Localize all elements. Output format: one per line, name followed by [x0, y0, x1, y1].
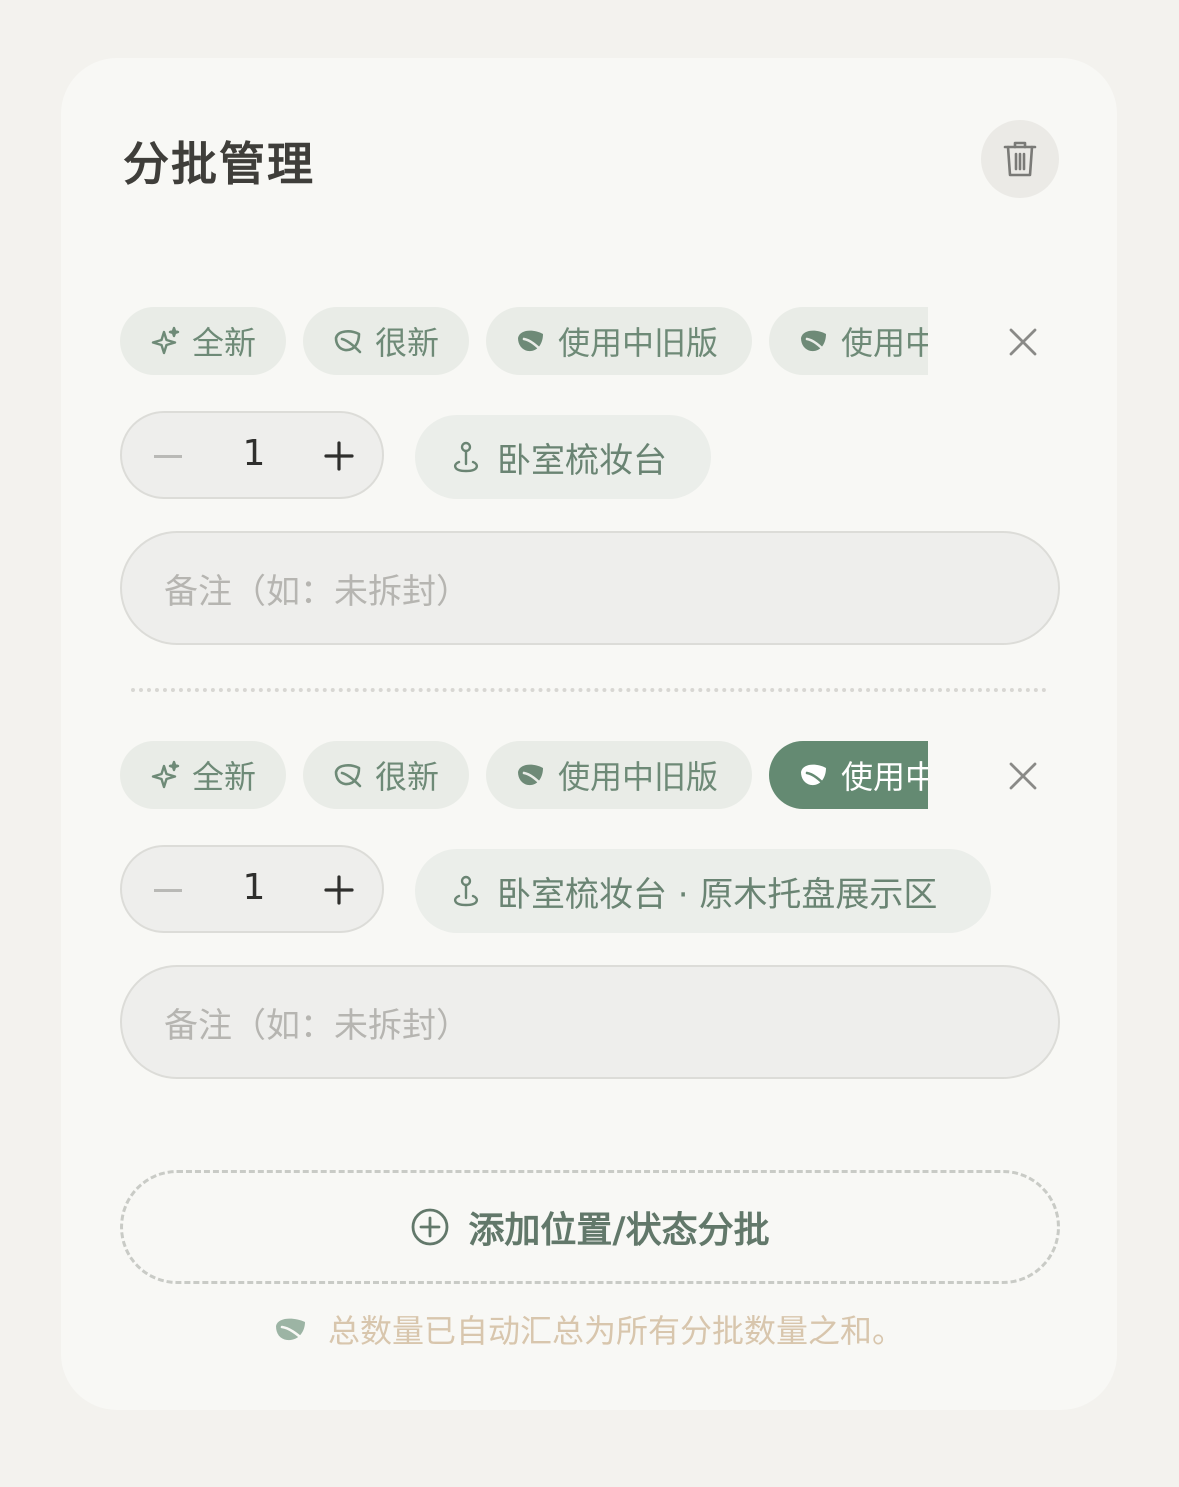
leaf-outline-icon [333, 760, 363, 790]
status-chip-label: 使用中旧版 [558, 758, 719, 796]
status-chip-label: 使用中 [841, 758, 928, 796]
quantity-value[interactable]: 1 [222, 433, 286, 474]
quantity-value[interactable]: 1 [222, 867, 286, 908]
status-chip-label: 很新 [375, 324, 440, 362]
status-chip-new[interactable]: 全新 [120, 741, 286, 809]
add-batch-label: 添加位置/状态分批 [468, 1210, 770, 1251]
note-placeholder: 备注（如：未拆封） [164, 571, 470, 612]
status-chip-label: 使用中 [841, 324, 928, 362]
leaf-icon [516, 326, 546, 356]
location-label: 卧室梳妆台 · 原木托盘展示区 [497, 874, 938, 915]
trash-icon [1002, 139, 1038, 179]
note-input[interactable]: 备注（如：未拆封） [120, 965, 1060, 1079]
delete-button[interactable] [981, 120, 1059, 198]
leaf-icon [516, 760, 546, 790]
status-chip-label: 很新 [375, 758, 440, 796]
pin-icon [449, 440, 483, 474]
panel-title: 分批管理 [123, 137, 315, 191]
status-chip-row: 全新 很新 使用中旧版 使用中 [120, 741, 928, 811]
leaf-icon [799, 326, 829, 356]
status-chip-in-use[interactable]: 使用中 [769, 307, 928, 375]
status-chip-label: 全新 [192, 324, 257, 362]
leaf-icon [274, 1314, 308, 1344]
increment-button[interactable] [324, 875, 354, 905]
quantity-stepper: 1 [120, 411, 384, 499]
note-input[interactable]: 备注（如：未拆封） [120, 531, 1060, 645]
location-chip[interactable]: 卧室梳妆台 [415, 415, 711, 499]
quantity-stepper: 1 [120, 845, 384, 933]
status-chip-used-old[interactable]: 使用中旧版 [486, 307, 752, 375]
status-chip-used-old[interactable]: 使用中旧版 [486, 741, 752, 809]
batch-divider [131, 688, 1047, 692]
note-placeholder: 备注（如：未拆封） [164, 1005, 470, 1046]
hint-label: 总数量已自动汇总为所有分批数量之和。 [327, 1312, 904, 1350]
status-chip-like-new[interactable]: 很新 [303, 307, 469, 375]
pin-icon [449, 874, 483, 908]
leaf-icon [799, 760, 829, 790]
close-icon[interactable] [1006, 759, 1040, 793]
status-chip-label: 使用中旧版 [558, 324, 719, 362]
status-chip-in-use-selected[interactable]: 使用中 [769, 741, 928, 809]
hint-text: 总数量已自动汇总为所有分批数量之和。 [61, 1306, 1117, 1352]
plus-circle-icon [410, 1207, 450, 1247]
status-chip-row: 全新 很新 使用中旧版 使用中 [120, 307, 928, 377]
location-label: 卧室梳妆台 [497, 440, 667, 481]
sparkle-icon [150, 326, 180, 356]
increment-button[interactable] [324, 441, 354, 471]
decrement-button[interactable] [154, 889, 182, 892]
location-chip[interactable]: 卧室梳妆台 · 原木托盘展示区 [415, 849, 991, 933]
close-icon[interactable] [1006, 325, 1040, 359]
batch-management-panel: 分批管理 全新 很新 使用中旧版 使用中 1 卧室梳妆台 备注（如：未拆封） 全… [61, 58, 1117, 1410]
leaf-outline-icon [333, 326, 363, 356]
add-batch-button[interactable]: 添加位置/状态分批 [120, 1170, 1060, 1284]
status-chip-like-new[interactable]: 很新 [303, 741, 469, 809]
status-chip-new[interactable]: 全新 [120, 307, 286, 375]
decrement-button[interactable] [154, 455, 182, 458]
sparkle-icon [150, 760, 180, 790]
status-chip-label: 全新 [192, 758, 257, 796]
